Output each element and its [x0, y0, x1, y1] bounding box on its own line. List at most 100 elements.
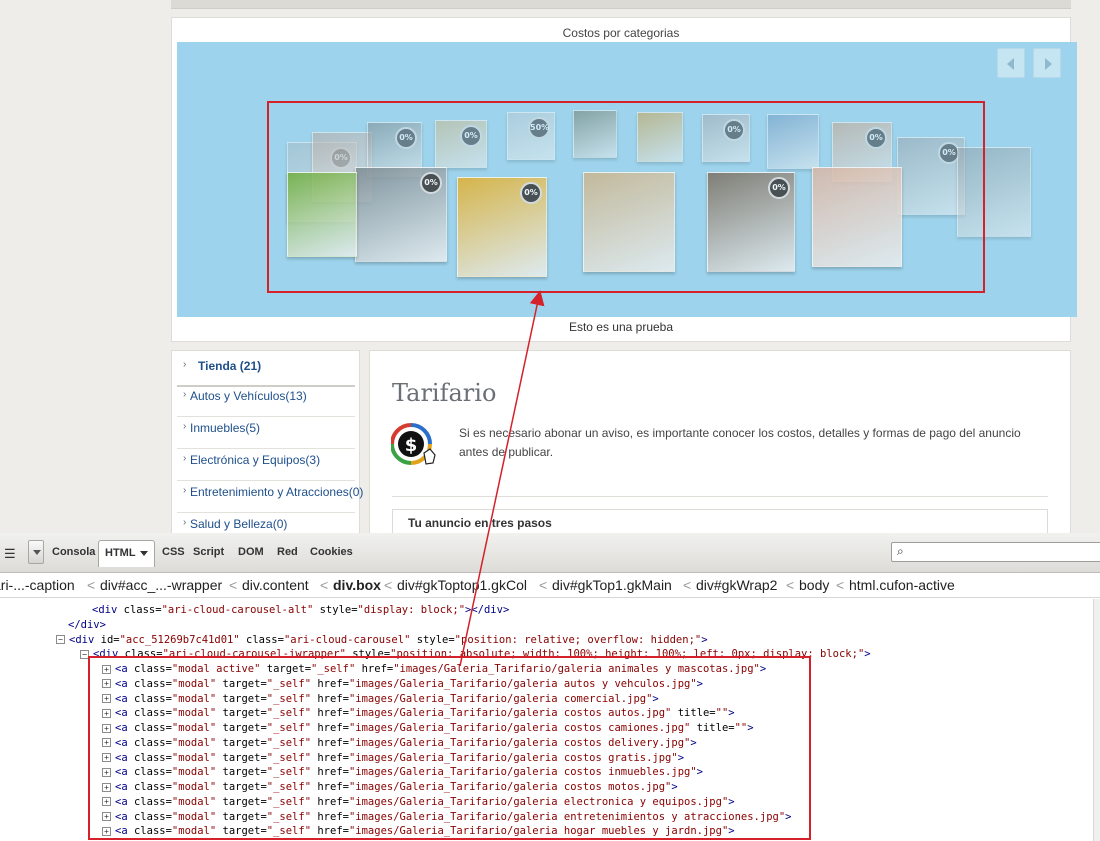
code-token: title=: [690, 722, 735, 734]
expand-icon[interactable]: +: [102, 826, 111, 836]
breadcrumb-item[interactable]: html.cufon-active: [849, 577, 955, 593]
code-line[interactable]: + <a class="modal" target="_self" href="i…: [102, 824, 735, 839]
code-line[interactable]: + <a class="modal active" target="_self" …: [102, 662, 766, 677]
code-token: class=: [127, 736, 172, 749]
carousel-thumbnail[interactable]: 0%: [457, 177, 547, 277]
code-line[interactable]: + <a class="modal" target="_self" href="i…: [102, 736, 697, 751]
expand-icon[interactable]: +: [102, 664, 111, 674]
code-token: href=: [311, 781, 349, 793]
code-line[interactable]: − <div class="ari-cloud-carousel-iwrapper…: [80, 647, 871, 662]
code-line[interactable]: + <a class="modal" target="_self" href="i…: [102, 810, 791, 825]
carousel-thumbnail[interactable]: [812, 167, 902, 267]
carousel-thumbnail[interactable]: [767, 114, 819, 169]
sidebar-item[interactable]: › Tienda (21): [177, 359, 355, 387]
code-token: href=: [311, 692, 349, 705]
sidebar-item[interactable]: › Salud y Belleza(0): [177, 517, 355, 533]
tab-console[interactable]: Consola: [52, 546, 95, 558]
carousel-prev-button[interactable]: [997, 48, 1025, 78]
expand-icon[interactable]: +: [102, 694, 111, 703]
tab-net[interactable]: Red: [277, 546, 298, 558]
code-line[interactable]: + <a class="modal" target="_self" href="i…: [102, 765, 703, 780]
code-token: "_self": [266, 707, 312, 720]
code-token: target=: [216, 795, 267, 808]
expand-icon[interactable]: +: [102, 753, 111, 762]
code-token: "modal": [171, 722, 217, 734]
code-line[interactable]: + <a class="modal" target="_self" href="i…: [102, 692, 659, 707]
carousel-thumbnail[interactable]: [637, 112, 683, 162]
steps-title: Tu anuncio en tres pasos: [408, 516, 552, 530]
code-line[interactable]: + <a class="modal" target="_self" href="i…: [102, 721, 754, 736]
html-tree: <div class="ari-cloud-carousel-alt" styl…: [0, 599, 1100, 841]
carousel-thumbnail[interactable]: 0%: [707, 172, 795, 272]
code-token: "images/Galeria_Tarifario/galeria entret…: [348, 810, 786, 823]
code-line[interactable]: + <a class="modal" target="_self" href="i…: [102, 751, 684, 766]
carousel-thumbnail[interactable]: 50%: [507, 112, 555, 160]
menu-icon[interactable]: ☰: [4, 546, 16, 562]
discount-badge: 0%: [420, 172, 442, 194]
code-token: class=: [127, 751, 172, 764]
code-token: "images/Galeria_Tarifario/galeria costos…: [348, 751, 678, 764]
breadcrumb-item[interactable]: div#gkWrap2: [696, 577, 777, 593]
code-token: "images/Galeria_Tarifario/galeria costos…: [348, 736, 691, 749]
carousel-thumbnail[interactable]: 0%: [355, 167, 447, 262]
code-line[interactable]: + <a class="modal" target="_self" href="i…: [102, 795, 735, 810]
code-token: target=: [216, 781, 267, 793]
tab-html[interactable]: HTML: [98, 540, 155, 567]
carousel-thumbnail[interactable]: 0%: [897, 137, 965, 215]
code-line[interactable]: − <div id="acc_51269b7c41d01" class="ari-…: [56, 633, 708, 648]
code-token: href=: [355, 663, 394, 675]
sidebar-item[interactable]: › Autos y Vehículos(13): [177, 389, 355, 417]
expand-icon[interactable]: +: [102, 782, 111, 792]
steps-panel: Tu anuncio en tres pasos: [392, 509, 1048, 533]
code-line[interactable]: <div class="ari-cloud-carousel-alt" styl…: [92, 603, 509, 618]
code-line[interactable]: + <a class="modal" target="_self" href="i…: [102, 677, 703, 692]
sidebar-item[interactable]: › Inmuebles(5): [177, 421, 355, 449]
carousel-thumbnail[interactable]: [957, 147, 1031, 237]
code-token: href=: [311, 795, 349, 808]
code-token: "images/Galeria_Tarifario/galeria costos…: [348, 781, 672, 793]
breadcrumb-item[interactable]: div.content: [242, 577, 309, 593]
expand-icon[interactable]: +: [102, 723, 111, 733]
code-token: target=: [216, 766, 267, 779]
breadcrumb-separator: <: [384, 577, 393, 593]
carousel-thumbnail[interactable]: [583, 172, 675, 272]
breadcrumb-item[interactable]: div#acc_...-wrapper: [100, 577, 222, 593]
code-line[interactable]: </div>: [68, 618, 106, 633]
code-line[interactable]: + <a class="modal" target="_self" href="i…: [102, 780, 678, 795]
carousel-thumbnail[interactable]: [573, 110, 617, 158]
code-token: class=: [127, 707, 172, 720]
tab-cookies[interactable]: Cookies: [310, 546, 353, 558]
expand-icon[interactable]: +: [102, 679, 111, 689]
code-token: href=: [311, 810, 349, 823]
breadcrumb-item[interactable]: div#gkToptop1.gkCol: [397, 577, 527, 593]
collapse-icon[interactable]: −: [56, 635, 65, 644]
breadcrumb-item[interactable]: ari-...-caption: [0, 577, 75, 593]
carousel-thumbnail[interactable]: 0%: [435, 120, 487, 168]
expand-icon[interactable]: +: [102, 708, 111, 718]
sidebar-item[interactable]: › Electrónica y Equipos(3): [177, 453, 355, 481]
breadcrumb-item[interactable]: div#gkTop1.gkMain: [552, 577, 672, 593]
collapse-icon[interactable]: −: [80, 649, 89, 659]
code-token: "modal": [171, 707, 217, 720]
code-scrollbar[interactable]: [1093, 599, 1100, 841]
expand-icon[interactable]: +: [102, 797, 111, 807]
code-line[interactable]: + <a class="modal" target="_self" href="i…: [102, 706, 735, 721]
expand-icon[interactable]: +: [102, 812, 111, 821]
tab-css[interactable]: CSS: [162, 546, 185, 558]
carousel-next-button[interactable]: [1033, 48, 1061, 78]
firebug-menu-dropdown[interactable]: [28, 540, 44, 564]
tab-dom[interactable]: DOM: [238, 546, 264, 558]
breadcrumb-item[interactable]: div.box: [333, 577, 381, 593]
expand-icon[interactable]: +: [102, 767, 111, 777]
cloud-carousel[interactable]: 0%0%0%50%0%0%0%0%0%0%: [177, 42, 1077, 317]
carousel-thumbnail[interactable]: 0%: [702, 114, 750, 162]
firebug-search-input[interactable]: ⌕: [891, 542, 1100, 562]
code-token: target=: [216, 677, 267, 690]
sidebar-item[interactable]: › Entretenimiento y Atracciones(0): [177, 485, 363, 513]
code-token: <a: [115, 692, 128, 705]
breadcrumb-item[interactable]: body: [799, 577, 829, 593]
carousel-thumbnail[interactable]: [287, 172, 357, 257]
expand-icon[interactable]: +: [102, 738, 111, 748]
intro-text: Si es necesario abonar un aviso, es impo…: [459, 426, 1021, 459]
tab-script[interactable]: Script: [193, 546, 224, 558]
